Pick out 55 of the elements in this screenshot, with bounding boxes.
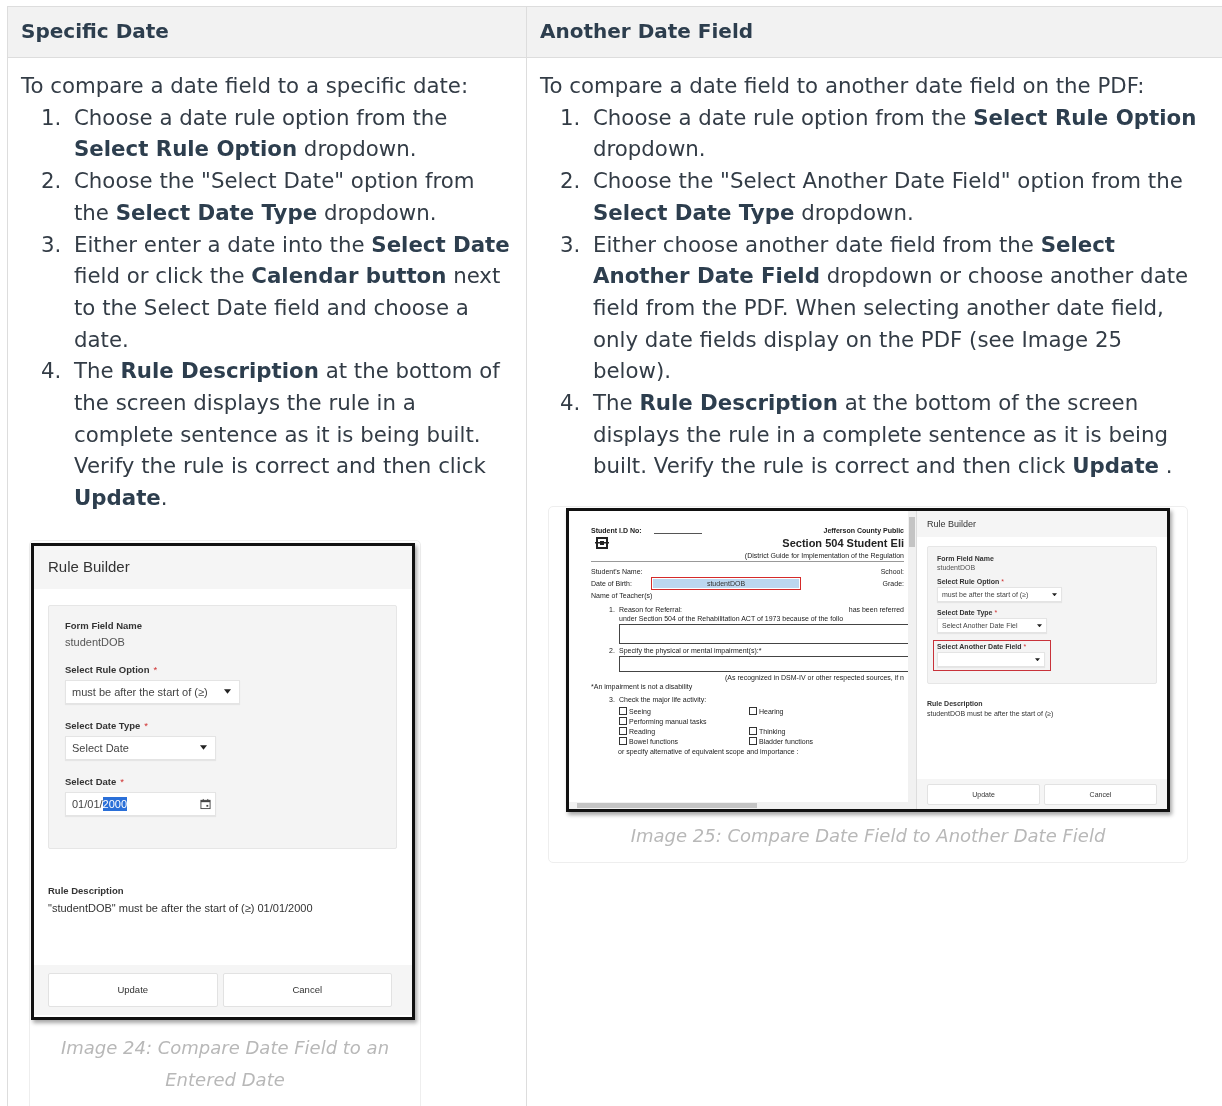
calendar-icon[interactable] (200, 797, 211, 810)
vertical-scrollbar[interactable] (908, 511, 916, 810)
step-text: The Rule Description at the bottom of the screen displays the rule in a complete sentence as it is being built. Verify the rule is correct and then click Update. (74, 357, 502, 513)
column-header: Specific Date (8, 7, 527, 58)
column-header: Another Date Field (527, 7, 1222, 58)
caret-icon (224, 689, 231, 695)
step-text: Choose a date rule option from the Select Rule Option dropdown. (593, 103, 1198, 164)
checkbox[interactable] (619, 717, 627, 726)
step-text: Choose the "Select Date" option from the Select Date Type dropdown. (74, 167, 476, 227)
intro-text: To compare a date field to another date field on the PDF: (540, 72, 1146, 100)
field-label: Select Date Type (65, 719, 141, 731)
step-number: 4. (560, 389, 582, 418)
step-number: 2. (560, 167, 582, 196)
intro-text: To compare a date field to a specific date: (21, 72, 470, 100)
caret-icon (200, 745, 207, 751)
horizontal-scrollbar[interactable] (569, 802, 908, 810)
checkbox[interactable] (749, 737, 757, 746)
dialog-button[interactable]: Update (48, 972, 218, 1007)
field-label: Form Field Name (65, 619, 143, 631)
step-number: 1. (41, 103, 63, 132)
caret-icon (1037, 623, 1042, 628)
step-text: Choose a date rule option from the Select Rule Option dropdown. (74, 103, 449, 164)
image-caption: Image 24: Compare Date Field to an Entered Date (59, 1035, 391, 1092)
step-text: Either enter a date into the Select Date field or click the Calendar button next to the Select Date field and choose a date. (74, 230, 511, 354)
pdf-title: Section 504 Student Eli (782, 537, 904, 550)
checkbox[interactable] (749, 727, 757, 736)
step-text: Either choose another date field from the Select Another Date Field dropdown or choose another date field from the PDF. When selecting another date field, only date fields display on the PDF (see Image 25 below). (593, 230, 1190, 386)
checkbox[interactable] (619, 707, 627, 716)
dialog-button[interactable]: Cancel (222, 972, 392, 1007)
required-mark: * (153, 663, 158, 675)
step-text: Choose the "Select Another Date Field" option from the Select Date Type dropdown. (593, 167, 1184, 227)
image-caption: Image 25: Compare Date Field to Another Date Field (629, 824, 1107, 849)
field-value: studentDOB (65, 635, 126, 648)
checkbox[interactable] (619, 727, 627, 736)
required-mark: * (144, 719, 149, 731)
field-label: Rule Description (48, 884, 125, 896)
step-text: The Rule Description at the bottom of the screen displays the rule in a complete sentence as it is being built. Verify the rule is correct and then click Update . (593, 389, 1174, 481)
dialog-title: Rule Builder (927, 519, 977, 530)
logo-icon (595, 536, 609, 551)
dropdown[interactable]: must be after the start of (≥) (65, 679, 240, 704)
rule-description: "studentDOB" must be after the start of (≥) 01/01/2000 (48, 901, 314, 914)
step-number: 2. (41, 167, 63, 196)
step-number: 1. (560, 103, 582, 132)
step-number: 4. (41, 357, 63, 386)
caret-icon (1035, 657, 1040, 662)
field-label: Select Date (65, 775, 117, 787)
checkbox[interactable] (749, 707, 757, 716)
required-mark: * (120, 775, 124, 787)
field-label: Select Rule Option (65, 663, 150, 675)
step-number: 3. (560, 230, 582, 259)
dialog-title: Rule Builder (48, 557, 130, 575)
checkbox[interactable] (619, 737, 627, 746)
dropdown[interactable]: Select Date (65, 735, 216, 760)
step-number: 3. (41, 230, 63, 259)
caret-icon (1052, 592, 1057, 597)
